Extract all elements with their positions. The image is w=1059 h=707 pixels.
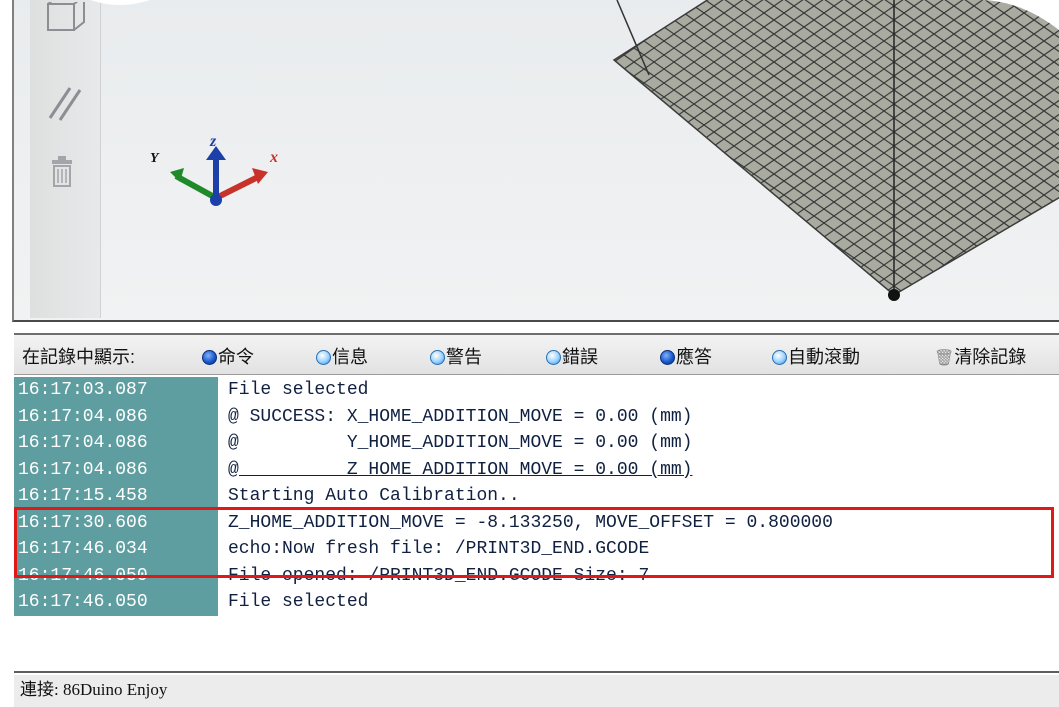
log-timestamp: 16:17:46.034 (14, 536, 218, 563)
filter-info[interactable]: 信息 (316, 343, 368, 369)
clear-log-label: 清除記錄 (954, 347, 1027, 367)
log-row: 16:17:46.050 File selected (14, 589, 1059, 616)
filter-label: 錯誤 (562, 347, 598, 367)
filter-label: 命令 (218, 347, 254, 367)
filter-errors[interactable]: 錯誤 (546, 343, 598, 369)
filter-label: 自動滾動 (788, 347, 860, 367)
clear-log-button[interactable]: 🗑清除記錄 (934, 343, 1026, 369)
log-message: File selected (228, 380, 369, 400)
axis-x-label: x (269, 149, 278, 166)
filter-commands[interactable]: 命令 (202, 343, 254, 369)
log-timestamp: 16:17:04.086 (14, 456, 218, 483)
slice-lines-icon[interactable] (44, 80, 86, 122)
log-timestamp: 16:17:30.606 (14, 509, 218, 536)
log-list[interactable]: 16:17:03.087 File selected 16:17:04.086 @ … (14, 375, 1059, 673)
log-message: Starting Auto Calibration.. (228, 486, 520, 506)
filter-autoscroll[interactable]: 自動滾動 (772, 343, 860, 369)
cube-view-icon[interactable] (44, 0, 86, 44)
log-row: 16:17:03.087 File selected (14, 377, 1059, 404)
log-row: 16:17:04.086 @ Y_HOME_ADDITION_MOVE = 0.0… (14, 430, 1059, 457)
radio-icon[interactable] (316, 350, 331, 365)
status-bar: 連接: 86Duino Enjoy (14, 675, 1059, 707)
log-message: File opened: /PRINT3D_END.GCODE Size: 7 (228, 565, 650, 586)
radio-icon[interactable] (202, 350, 217, 365)
left-margin (0, 0, 14, 707)
log-message: echo:Now fresh file: /PRINT3D_END.GCODE (228, 539, 650, 559)
connection-status: 連接: 86Duino Enjoy (20, 680, 168, 699)
log-message: @ Y_HOME_ADDITION_MOVE = 0.00 (mm) (228, 433, 693, 453)
axis-y-label: Y (150, 151, 160, 166)
log-filter-toolbar: 在記錄中顯示: 命令 信息 警告 錯誤 應答 自動滾動 🗑清除記錄 (14, 333, 1059, 375)
log-row: 16:17:04.086 @ SUCCESS: X_HOME_ADDITION_M… (14, 403, 1059, 430)
log-timestamp: 16:17:04.086 (14, 430, 218, 457)
log-filter-label: 在記錄中顯示: (22, 347, 136, 367)
log-timestamp: 16:17:46.050 (14, 562, 218, 589)
axis-gizmo: Y z x (150, 133, 278, 206)
log-row: 16:17:04.086 @ Z_HOME_ADDITION_MOVE = 0.0… (14, 456, 1059, 483)
log-timestamp: 16:17:04.086 (14, 403, 218, 430)
log-timestamp: 16:17:15.458 (14, 483, 218, 510)
radio-icon[interactable] (430, 350, 445, 365)
trash-icon: 🗑 (934, 350, 955, 367)
radio-icon[interactable] (546, 350, 561, 365)
radio-icon[interactable] (772, 350, 787, 365)
log-row: 16:17:30.606 Z_HOME_ADDITION_MOVE = -8.13… (14, 509, 1059, 536)
radio-icon[interactable] (660, 350, 675, 365)
log-row: 16:17:46.034 echo:Now fresh file: /PRINT3… (14, 536, 1059, 563)
log-row: 16:17:15.458 Starting Auto Calibration.. (14, 483, 1059, 510)
axis-z-label: z (209, 133, 217, 150)
filter-label: 信息 (332, 347, 368, 367)
log-row: 16:17:46.050 File opened: /PRINT3D_END.GC… (14, 562, 1059, 589)
log-message: @ SUCCESS: X_HOME_ADDITION_MOVE = 0.00 (… (228, 406, 693, 427)
log-message: @ Z_HOME_ADDITION_MOVE = 0.00 (mm) (228, 459, 693, 480)
log-message: Z_HOME_ADDITION_MOVE = -8.133250, MOVE_O… (228, 512, 833, 533)
filter-warnings[interactable]: 警告 (430, 343, 482, 369)
log-timestamp: 16:17:03.087 (14, 377, 218, 404)
filter-label: 應答 (676, 347, 712, 367)
log-message: File selected (228, 592, 369, 612)
log-timestamp: 16:17:46.050 (14, 589, 218, 616)
filter-label: 警告 (446, 347, 482, 367)
3d-viewport[interactable]: Y z x (14, 0, 1059, 320)
trash-icon[interactable] (44, 150, 86, 192)
filter-acks[interactable]: 應答 (660, 343, 712, 369)
